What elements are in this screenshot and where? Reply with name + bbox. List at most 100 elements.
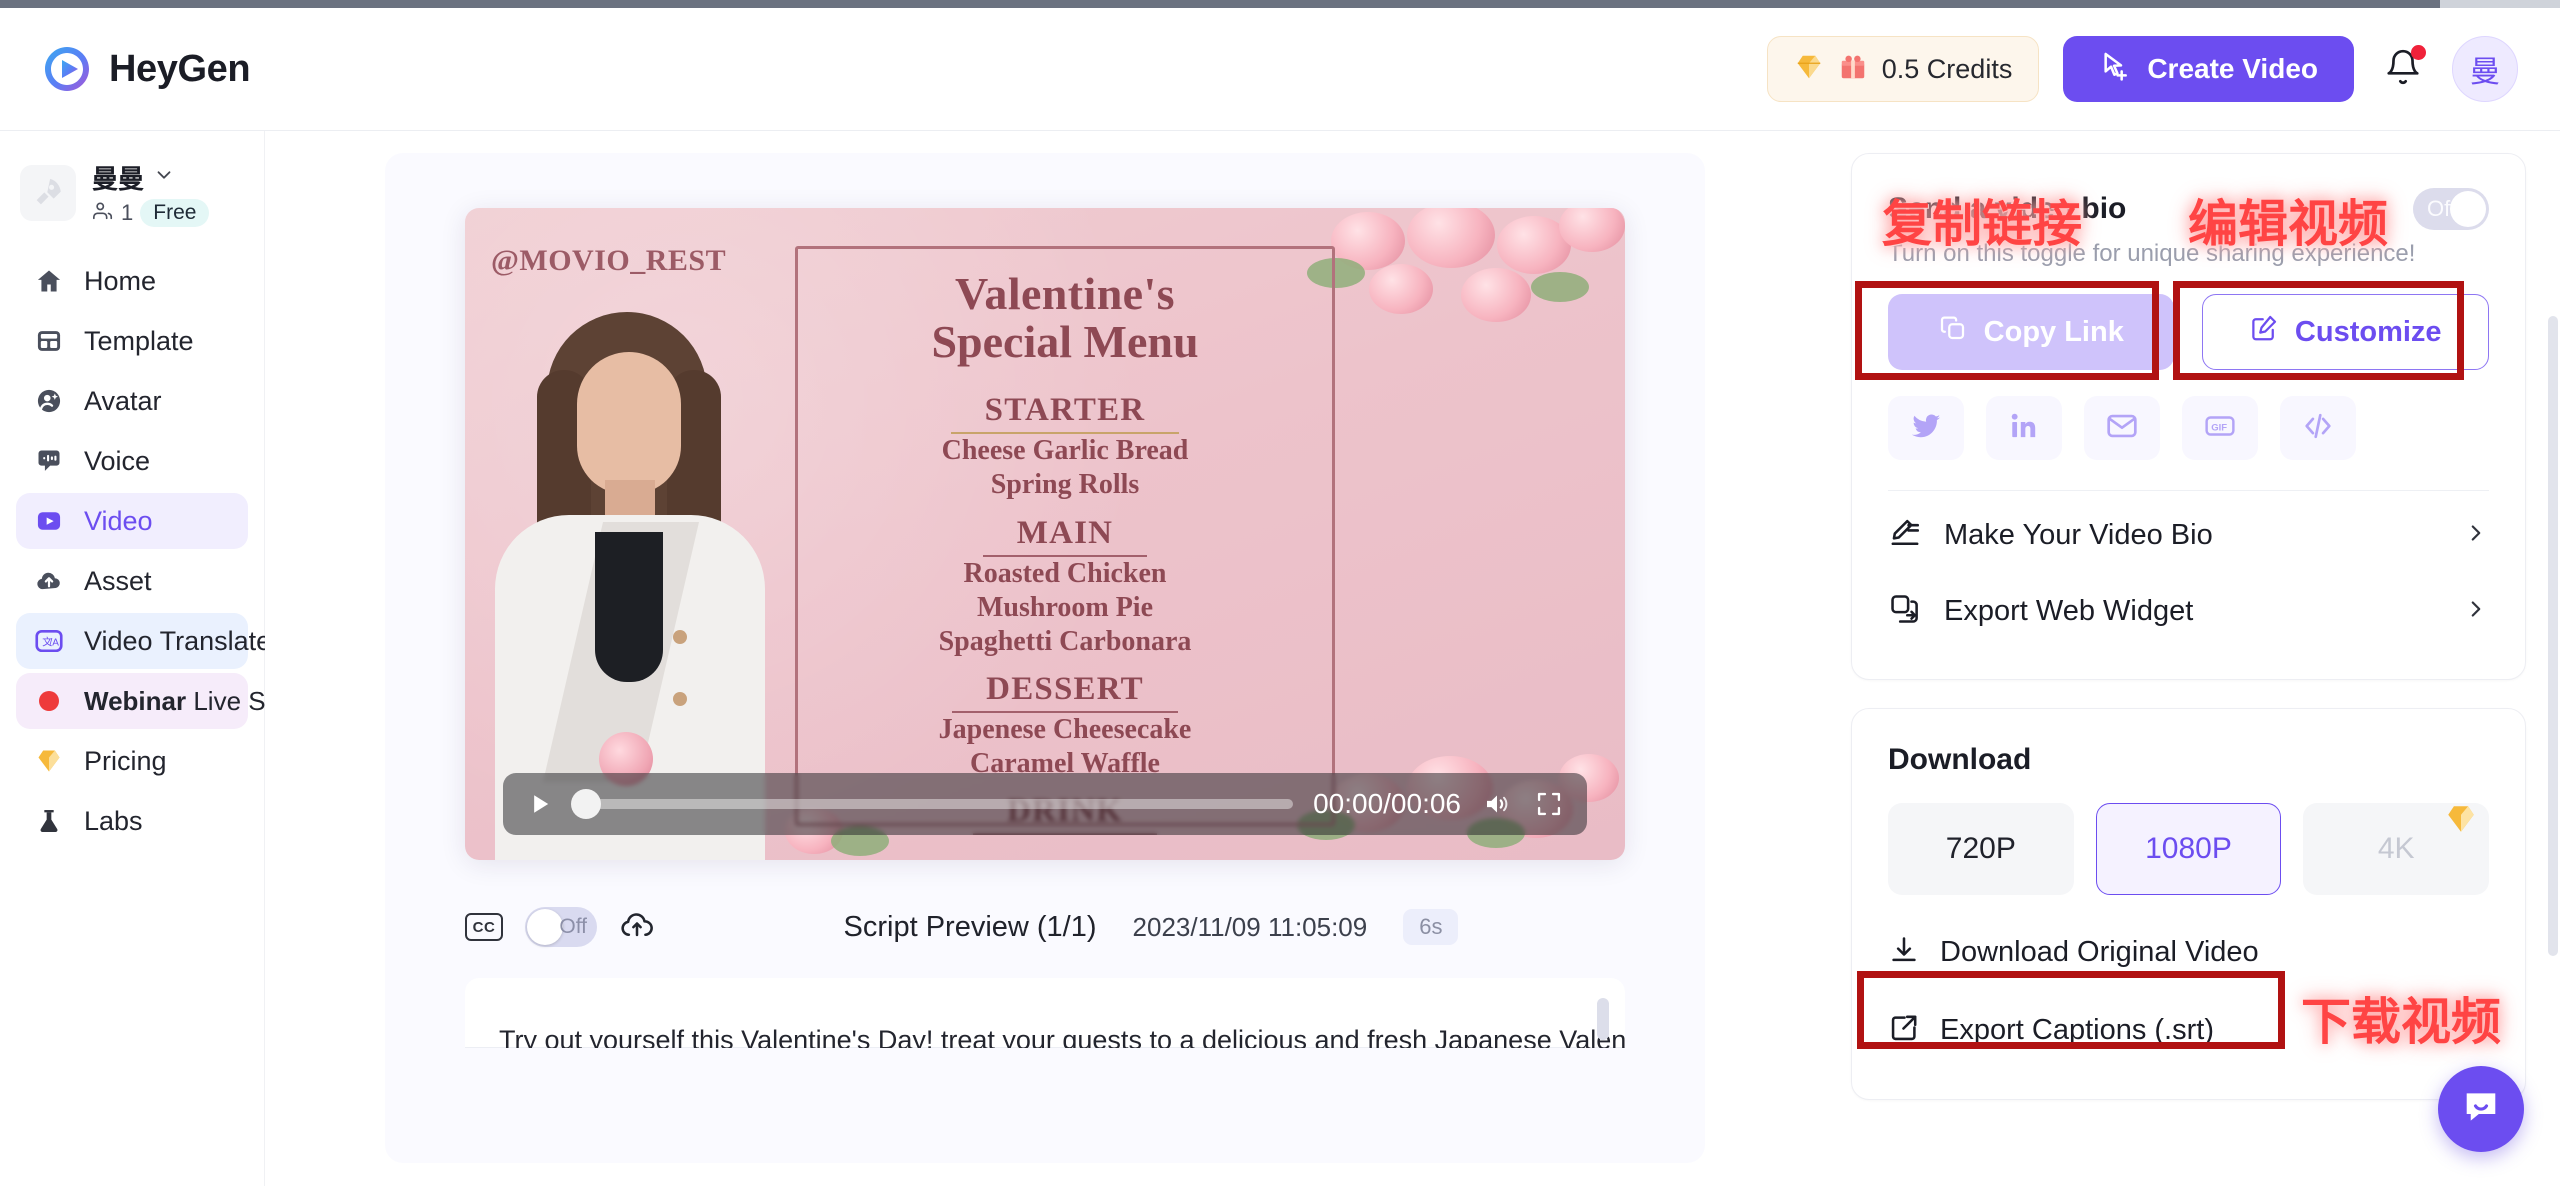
quality-option-720p[interactable]: 720P	[1888, 803, 2074, 895]
widget-export-icon	[1888, 592, 1922, 631]
brand-name: HeyGen	[109, 47, 251, 90]
menu-item: Cheese Garlic Bread	[941, 435, 1189, 467]
quality-option-1080p[interactable]: 1080P	[2095, 803, 2282, 895]
download-original-video-label: Download Original Video	[1940, 935, 2259, 968]
members-count: 1	[121, 200, 134, 225]
quality-label-720p: 720P	[1945, 832, 2016, 865]
user-avatar[interactable]: 曼	[2452, 36, 2518, 102]
download-original-video-row[interactable]: Download Original Video	[1888, 913, 2489, 991]
main-content: @MOVIO_REST Valentine's Special Menu STA…	[265, 131, 1825, 1186]
share-panel-header: Send a video bio Off	[1888, 188, 2489, 230]
sidebar: 曼曼 1 Free Home Template Avatar Voice Vid…	[0, 131, 345, 1186]
share-email-button[interactable]	[2084, 396, 2160, 460]
volume-icon[interactable]	[1481, 788, 1513, 820]
share-toggle-knob	[2450, 191, 2486, 227]
sidebar-nav: Home Template Avatar Voice Video Asset 文…	[16, 253, 345, 849]
menu-item: Spaghetti Carbonara	[938, 625, 1192, 657]
chevron-right-icon	[2463, 520, 2489, 551]
sidebar-label-voice: Voice	[84, 445, 151, 476]
menu-section-heading-dessert: DESSERT	[952, 671, 1178, 713]
caption-toggle[interactable]: Off	[525, 907, 597, 947]
sidebar-item-template[interactable]: Template	[16, 313, 248, 369]
menu-section-heading-starter: STARTER	[950, 392, 1180, 435]
share-embed-button[interactable]	[2280, 396, 2356, 460]
sidebar-item-labs[interactable]: Labs	[16, 793, 248, 849]
download-panel: Download 720P 1080P 4K Download Original…	[1851, 708, 2526, 1100]
home-icon	[34, 266, 64, 296]
menu-item: Roasted Chicken	[963, 557, 1167, 589]
play-icon[interactable]	[525, 789, 555, 819]
share-linkedin-button[interactable]	[1986, 396, 2062, 460]
app-header: HeyGen 0.5 Credits Create Video 曼	[0, 8, 2560, 131]
make-video-bio-row[interactable]: Make Your Video Bio	[1888, 497, 2489, 573]
video-player[interactable]: @MOVIO_REST Valentine's Special Menu STA…	[465, 208, 1625, 860]
translate-icon: 文/A	[34, 626, 64, 656]
right-panel-scrollbar[interactable]	[2548, 316, 2558, 956]
script-text: Try out yourself this Valentine's Day! t…	[499, 1025, 1625, 1048]
workspace-name: 曼曼	[92, 164, 145, 194]
gift-icon	[1838, 52, 1868, 87]
quality-label-1080p: 1080P	[2145, 832, 2232, 865]
fullscreen-icon[interactable]	[1533, 788, 1565, 820]
flask-icon	[34, 806, 64, 836]
workspace-meta: 曼曼 1 Free	[92, 159, 210, 227]
share-panel-title: Send a video bio	[1888, 192, 2127, 225]
gif-icon: GIF	[2202, 408, 2238, 449]
scrubber-handle[interactable]	[571, 789, 601, 819]
menu-board: Valentine's Special Menu STARTER Cheese …	[795, 246, 1335, 836]
brand[interactable]: HeyGen	[42, 44, 251, 94]
sidebar-item-webinar[interactable]: Webinar Live Soon	[16, 673, 345, 729]
export-captions-row[interactable]: Export Captions (.srt)	[1888, 991, 2489, 1069]
workspace-selector[interactable]: 曼曼 1 Free	[16, 149, 248, 245]
copy-link-label: Copy Link	[1983, 315, 2124, 348]
sidebar-label-asset: Asset	[84, 565, 152, 596]
share-toggle[interactable]: Off	[2413, 188, 2489, 230]
script-text-panel[interactable]: Try out yourself this Valentine's Day! t…	[465, 978, 1625, 1048]
quality-option-4k[interactable]: 4K	[2303, 803, 2490, 895]
quality-options: 720P 1080P 4K	[1888, 803, 2490, 895]
sidebar-label-avatar: Avatar	[84, 385, 162, 416]
sidebar-item-video[interactable]: Video	[16, 493, 248, 549]
video-icon	[34, 506, 64, 536]
chevron-down-icon[interactable]	[153, 164, 175, 191]
download-panel-title: Download	[1888, 743, 2032, 776]
chat-widget-button[interactable]	[2438, 1066, 2524, 1152]
webinar-bold-label: Webinar	[84, 685, 187, 716]
chat-bubble-icon	[2459, 1085, 2503, 1134]
share-twitter-button[interactable]	[1888, 396, 1964, 460]
notifications-button[interactable]	[2378, 44, 2428, 94]
sidebar-label-labs: Labs	[84, 805, 143, 836]
sidebar-item-voice[interactable]: Voice	[16, 433, 248, 489]
heygen-video-share-page: HeyGen 0.5 Credits Create Video 曼 曼曼 1 F…	[0, 0, 2560, 1186]
sidebar-item-asset[interactable]: Asset	[16, 553, 248, 609]
export-web-widget-row[interactable]: Export Web Widget	[1888, 573, 2489, 649]
sidebar-label-video-translate: Video Translate	[84, 625, 272, 656]
rocket-icon	[20, 165, 76, 221]
copy-link-button[interactable]: Copy Link	[1888, 294, 2174, 370]
video-watermark: @MOVIO_REST	[491, 244, 727, 277]
script-scrollbar[interactable]	[1597, 998, 1609, 1040]
sidebar-item-video-translate[interactable]: 文/A Video Translate	[16, 613, 308, 669]
video-preview-card: @MOVIO_REST Valentine's Special Menu STA…	[385, 153, 1705, 1163]
sidebar-label-template: Template	[84, 325, 194, 356]
sidebar-item-pricing[interactable]: Pricing	[16, 733, 248, 789]
sidebar-item-avatar[interactable]: Avatar	[16, 373, 248, 429]
diamond-icon	[1794, 52, 1824, 87]
users-icon	[92, 200, 114, 227]
customize-button[interactable]: Customize	[2201, 294, 2489, 370]
cloud-upload-icon[interactable]	[619, 907, 655, 948]
download-icon	[1888, 934, 1920, 971]
cloud-upload-icon	[34, 566, 64, 596]
red-dot-icon	[39, 691, 59, 711]
right-panel: Send a video bio Off Turn on this toggle…	[1825, 131, 2560, 1186]
rose-decoration-top-right	[1301, 208, 1625, 348]
browser-top-strip-right	[2440, 0, 2560, 8]
voice-icon	[34, 446, 64, 476]
share-gif-button[interactable]: GIF	[2182, 396, 2258, 460]
svg-text:/A: /A	[50, 637, 60, 648]
menu-item: Spring Rolls	[990, 469, 1140, 501]
credits-pill[interactable]: 0.5 Credits	[1766, 36, 2040, 102]
create-video-button[interactable]: Create Video	[2063, 36, 2354, 102]
sidebar-item-home[interactable]: Home	[16, 253, 248, 309]
progress-scrubber[interactable]	[571, 789, 1294, 819]
